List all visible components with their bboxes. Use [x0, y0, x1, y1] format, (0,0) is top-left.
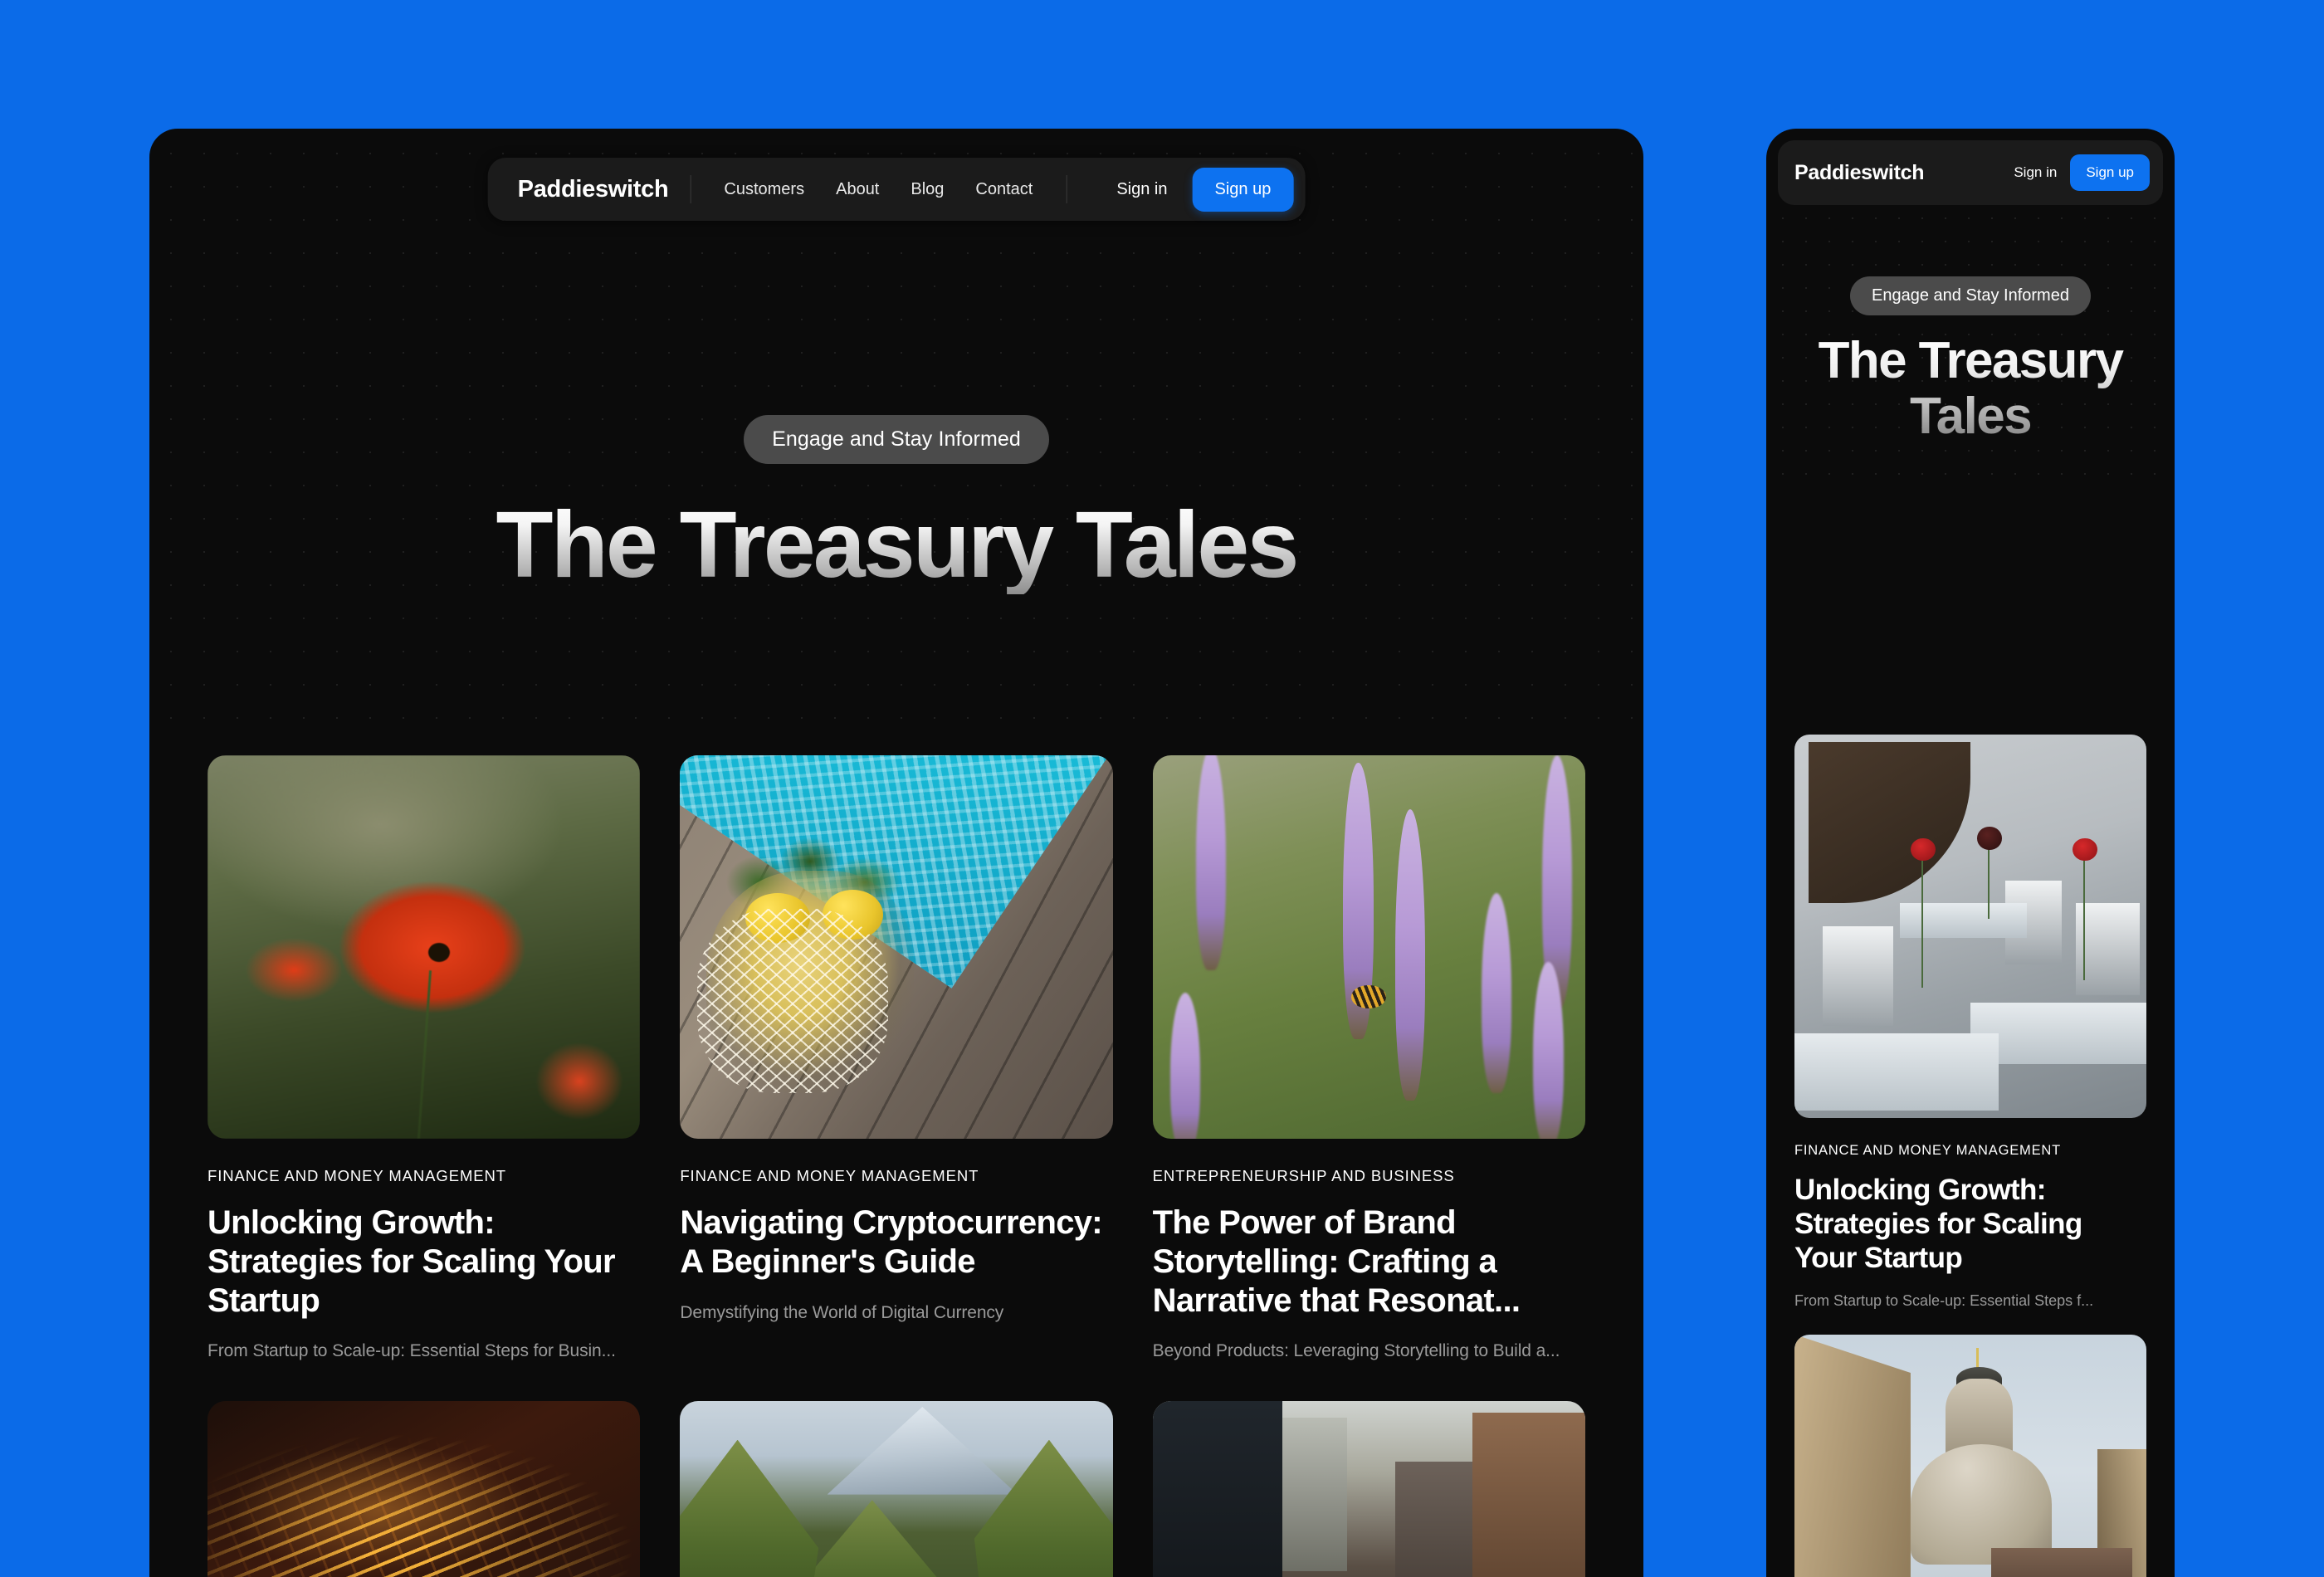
desktop-preview-panel: Paddieswitch Customers About Blog Contac… — [149, 129, 1643, 1577]
post-excerpt: From Startup to Scale-up: Essential Step… — [208, 1341, 616, 1361]
page-canvas: Paddieswitch Customers About Blog Contac… — [0, 0, 2324, 1577]
post-title: The Power of Brand Storytelling: Craftin… — [1152, 1204, 1521, 1319]
post-card[interactable] — [1152, 1401, 1585, 1577]
post-thumbnail-forest-mountain[interactable] — [680, 1401, 1113, 1577]
mobile-post-card[interactable] — [1794, 1334, 2146, 1577]
mobile-page-title: The Treasury Tales — [1766, 333, 2175, 445]
post-title: Unlocking Growth: Strategies for Scaling… — [208, 1204, 616, 1319]
post-card[interactable] — [680, 1401, 1113, 1577]
mobile-preview-panel: Paddieswitch Sign in Sign up Engage and … — [1766, 129, 2175, 1577]
post-thumbnail-neon-marquee[interactable] — [208, 1401, 641, 1577]
mobile-post-excerpt: From Startup to Scale-up: Essential Step… — [1794, 1291, 2094, 1309]
post-category: ENTREPRENEURSHIP AND BUSINESS — [1152, 1167, 1455, 1184]
mobile-post-category: FINANCE AND MONEY MANAGEMENT — [1794, 1143, 2061, 1158]
post-thumbnail-poppy[interactable] — [208, 755, 641, 1139]
post-grid: FINANCE AND MONEY MANAGEMENT Unlocking G… — [208, 755, 1585, 1577]
mobile-post-list: FINANCE AND MONEY MANAGEMENT Unlocking G… — [1794, 735, 2146, 1577]
hero-badge: Engage and Stay Informed — [744, 415, 1049, 464]
desktop-hero: Engage and Stay Informed The Treasury Ta… — [149, 129, 1643, 594]
mobile-post-title: Unlocking Growth: Strategies for Scaling… — [1794, 1174, 2082, 1274]
mobile-post-thumbnail-restaurant[interactable] — [1794, 735, 2146, 1118]
post-card[interactable] — [208, 1401, 641, 1577]
post-card[interactable]: FINANCE AND MONEY MANAGEMENT Navigating … — [680, 755, 1113, 1361]
mobile-hero-badge: Engage and Stay Informed — [1850, 276, 2091, 315]
post-thumbnail-lavender[interactable] — [1152, 755, 1585, 1139]
post-card[interactable]: ENTREPRENEURSHIP AND BUSINESS The Power … — [1152, 755, 1585, 1361]
post-category: FINANCE AND MONEY MANAGEMENT — [208, 1167, 506, 1184]
post-category: FINANCE AND MONEY MANAGEMENT — [680, 1167, 979, 1184]
mobile-post-card[interactable]: FINANCE AND MONEY MANAGEMENT Unlocking G… — [1794, 735, 2146, 1310]
post-thumbnail-pool-lemons[interactable] — [680, 755, 1113, 1139]
post-thumbnail-city-train[interactable] — [1152, 1401, 1585, 1577]
post-title: Navigating Cryptocurrency: A Beginner's … — [680, 1204, 1102, 1280]
post-card[interactable]: FINANCE AND MONEY MANAGEMENT Unlocking G… — [208, 755, 641, 1361]
mobile-hero: Engage and Stay Informed The Treasury Ta… — [1766, 129, 2175, 445]
post-excerpt: Demystifying the World of Digital Curren… — [680, 1302, 1004, 1322]
mobile-post-thumbnail-church-dome[interactable] — [1794, 1334, 2146, 1577]
page-title: The Treasury Tales — [149, 496, 1643, 594]
post-excerpt: Beyond Products: Leveraging Storytelling… — [1152, 1341, 1560, 1361]
